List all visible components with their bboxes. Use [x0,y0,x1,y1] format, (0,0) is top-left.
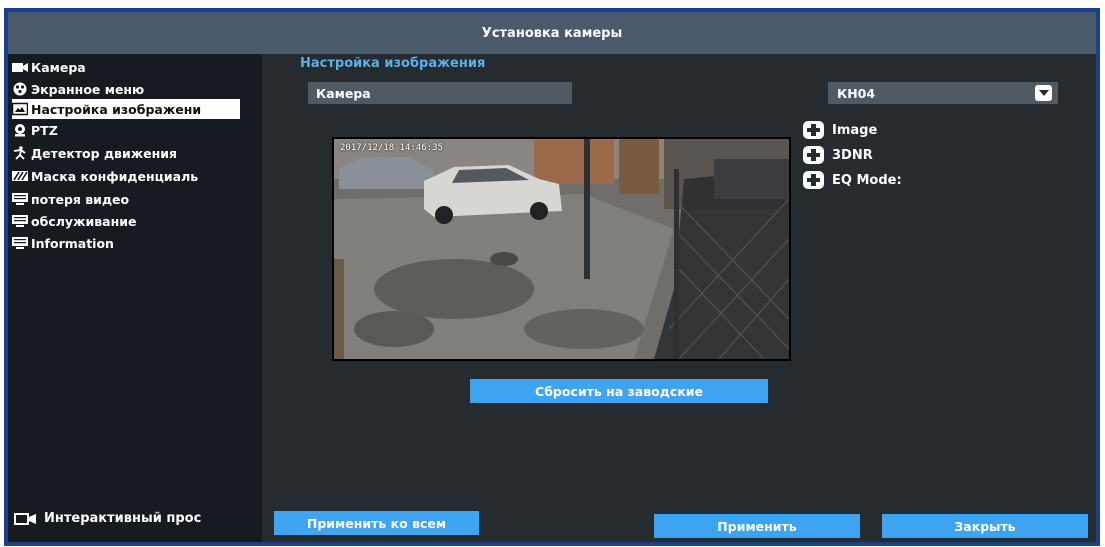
sidebar-item-label: PTZ [31,122,58,138]
camera-preview: 2017/12/18 14:46:35 [332,137,791,361]
interactive-guide-link[interactable]: Интерактивный прос [14,511,201,526]
sidebar-item-label: Information [31,235,114,251]
sidebar-item-label: Камера [31,59,86,75]
sidebar-item-osd[interactable]: Экранное меню [12,79,144,99]
sidebar-item-label: Экранное меню [31,81,145,97]
sidebar-item-ptz[interactable]: PTZ [12,120,58,140]
monitor-icon [12,193,28,205]
image-icon [12,102,28,116]
monitor-icon [12,215,28,227]
chevron-down-icon [1035,85,1052,101]
sidebar-item-motion[interactable]: Детектор движения [12,143,177,163]
mask-icon [12,171,28,181]
sidebar-item-information[interactable]: Information [12,233,114,253]
sidebar-item-privacy-mask[interactable]: Маска конфиденциаль [12,166,198,186]
apply-all-button[interactable]: Применить ко всем [274,511,479,535]
reset-defaults-button[interactable]: Сбросить на заводские [470,379,768,403]
sidebar-item-label: Детектор движения [31,145,178,161]
camera-icon [14,513,36,525]
section-title: Настройка изображения [300,56,486,71]
sidebar-item-camera[interactable]: Камера [12,57,86,77]
sidebar: Камера Экранное меню Настройка изображен… [8,54,262,542]
expander-label: Image [832,122,878,138]
motion-icon [13,146,26,160]
preview-timestamp: 2017/12/18 14:46:35 [340,143,443,153]
plus-icon [803,121,824,139]
camera-label-field: Камера [308,82,572,104]
camera-icon [12,63,28,72]
expander-3dnr[interactable]: 3DNR [803,144,873,166]
expander-label: 3DNR [832,147,873,163]
window-title: Установка камеры [8,12,1096,54]
expander-image[interactable]: Image [803,119,877,141]
camera-select-value: КН04 [837,85,876,101]
preview-image [334,139,789,359]
osd-icon [13,82,27,96]
sidebar-item-maintenance[interactable]: обслуживание [12,211,136,231]
interactive-guide-label: Интерактивный прос [44,511,202,526]
expander-label: EQ Mode: [832,172,902,188]
sidebar-item-image-settings[interactable]: Настройка изображени [12,99,240,119]
ptz-icon [15,124,25,137]
plus-icon [803,171,824,189]
sidebar-item-label: потеря видео [31,191,130,207]
expander-eq-mode[interactable]: EQ Mode: [803,169,902,191]
camera-select[interactable]: КН04 [828,82,1058,104]
sidebar-item-label: обслуживание [31,213,137,229]
sidebar-item-label: Настройка изображени [31,101,202,117]
close-button[interactable]: Закрыть [882,514,1088,538]
apply-button[interactable]: Применить [654,514,860,538]
sidebar-item-label: Маска конфиденциаль [31,168,199,184]
plus-icon [803,146,824,164]
sidebar-item-video-loss[interactable]: потеря видео [12,189,129,209]
monitor-icon [12,237,28,249]
